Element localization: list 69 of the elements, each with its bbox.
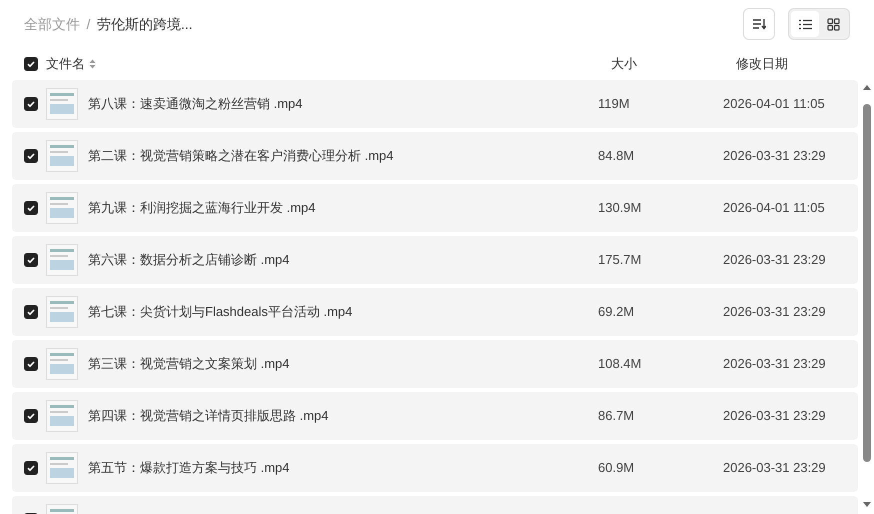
list-icon xyxy=(798,18,812,30)
checkbox[interactable] xyxy=(24,97,38,111)
file-name: 第六课：数据分析之店铺诊断 .mp4 xyxy=(88,251,291,270)
breadcrumb-current: 劳伦斯的跨境... xyxy=(96,14,193,34)
video-thumbnail xyxy=(46,192,78,224)
check-icon xyxy=(26,463,36,473)
check-icon xyxy=(26,203,36,213)
file-row[interactable]: 第七课：尖货计划与Flashdeals平台活动 .mp4 69.2M 2026-03-31 23:29 xyxy=(12,288,858,336)
video-thumbnail xyxy=(46,140,78,172)
check-icon xyxy=(26,151,36,161)
checkbox[interactable] xyxy=(24,57,38,71)
file-row[interactable]: 第二课：视觉营销策略之潜在客户消费心理分析 .mp4 84.8M 2026-03-31 23:29 xyxy=(12,132,858,180)
modified-date: 2026-03-31 23:29 xyxy=(723,407,826,426)
file-row[interactable]: 第四课：视觉营销之详情页排版思路 .mp4 86.7M 2026-03-31 23:29 xyxy=(12,392,858,440)
check-icon xyxy=(26,255,36,265)
check-icon xyxy=(26,411,36,421)
column-header[interactable]: 大小 xyxy=(611,54,736,74)
video-thumbnail xyxy=(46,348,78,380)
modified-date: 2026-03-31 23:29 xyxy=(723,147,826,166)
modified-date: 2026-03-31 23:29 xyxy=(723,251,826,270)
check-icon xyxy=(26,307,36,317)
check-icon xyxy=(26,359,36,369)
video-thumbnail xyxy=(46,88,78,120)
file-row[interactable]: 第六课：数据分析之店铺诊断 .mp4 175.7M 2026-03-31 23:29 xyxy=(12,236,858,284)
modified-date: 2026-04-01 11:05 xyxy=(723,95,825,114)
sort-icon[interactable] xyxy=(89,59,96,69)
file-row[interactable]: 第九课：利润挖掘之蓝海行业开发 .mp4 130.9M 2026-04-01 11:05 xyxy=(12,184,858,232)
column-header[interactable]: 文件名 xyxy=(46,54,85,74)
checkbox[interactable] xyxy=(24,409,38,423)
file-name: 第四课：视觉营销之详情页排版思路 .mp4 xyxy=(88,407,330,426)
file-name: 第五节：爆款打造方案与技巧 .mp4 xyxy=(88,459,291,478)
file-size: 130.9M xyxy=(598,199,642,218)
modified-date: 2026-03-31 23:29 xyxy=(723,459,826,478)
checkbox[interactable] xyxy=(24,149,38,163)
modified-date: 2026-03-31 23:29 xyxy=(723,355,826,374)
video-thumbnail xyxy=(46,296,78,328)
file-name: 第九课：利润挖掘之蓝海行业开发 .mp4 xyxy=(88,199,317,218)
file-size: 84.8M xyxy=(598,147,636,166)
list-view-button[interactable] xyxy=(791,11,819,37)
file-name: 第三课：视觉营销之文案策划 .mp4 xyxy=(88,355,291,374)
file-size: 60.9M xyxy=(598,459,636,478)
file-size: 69.2M xyxy=(598,303,636,322)
sort-icon xyxy=(752,18,766,30)
check-icon xyxy=(26,99,36,109)
video-thumbnail xyxy=(46,400,78,432)
modified-date: 2026-03-31 23:29 xyxy=(723,303,826,322)
grid-icon xyxy=(826,18,840,30)
file-name: 第二课：视觉营销策略之潜在客户消费心理分析 .mp4 xyxy=(88,147,395,166)
checkbox[interactable] xyxy=(24,305,38,319)
file-row[interactable]: 第三课：视觉营销之文案策划 .mp4 108.4M 2026-03-31 23:29 xyxy=(12,340,858,388)
checkbox[interactable] xyxy=(24,461,38,475)
column-header[interactable]: 修改日期 xyxy=(736,54,788,74)
file-size: 175.7M xyxy=(598,251,642,270)
breadcrumb-separator: / xyxy=(86,14,90,34)
checkbox[interactable] xyxy=(24,201,38,215)
file-size: 119M xyxy=(598,95,631,114)
file-row[interactable]: 第八课：速卖通微淘之粉丝营销 .mp4 119M 2026-04-01 11:05 xyxy=(12,80,858,128)
sort-button[interactable] xyxy=(743,8,775,40)
file-name: 第七课：尖货计划与Flashdeals平台活动 .mp4 xyxy=(88,303,354,322)
video-thumbnail xyxy=(46,452,78,484)
file-size: 108.4M xyxy=(598,355,642,374)
modified-date: 2026-04-01 11:05 xyxy=(723,199,825,218)
checkbox[interactable] xyxy=(24,253,38,267)
file-name: 第八课：速卖通微淘之粉丝营销 .mp4 xyxy=(88,95,304,114)
file-size: 86.7M xyxy=(598,407,636,426)
video-thumbnail xyxy=(46,244,78,276)
file-row[interactable]: 第五节：爆款打造方案与技巧 .mp4 60.9M 2026-03-31 23:29 xyxy=(12,444,858,492)
checkbox[interactable] xyxy=(24,357,38,371)
check-icon xyxy=(26,59,36,69)
